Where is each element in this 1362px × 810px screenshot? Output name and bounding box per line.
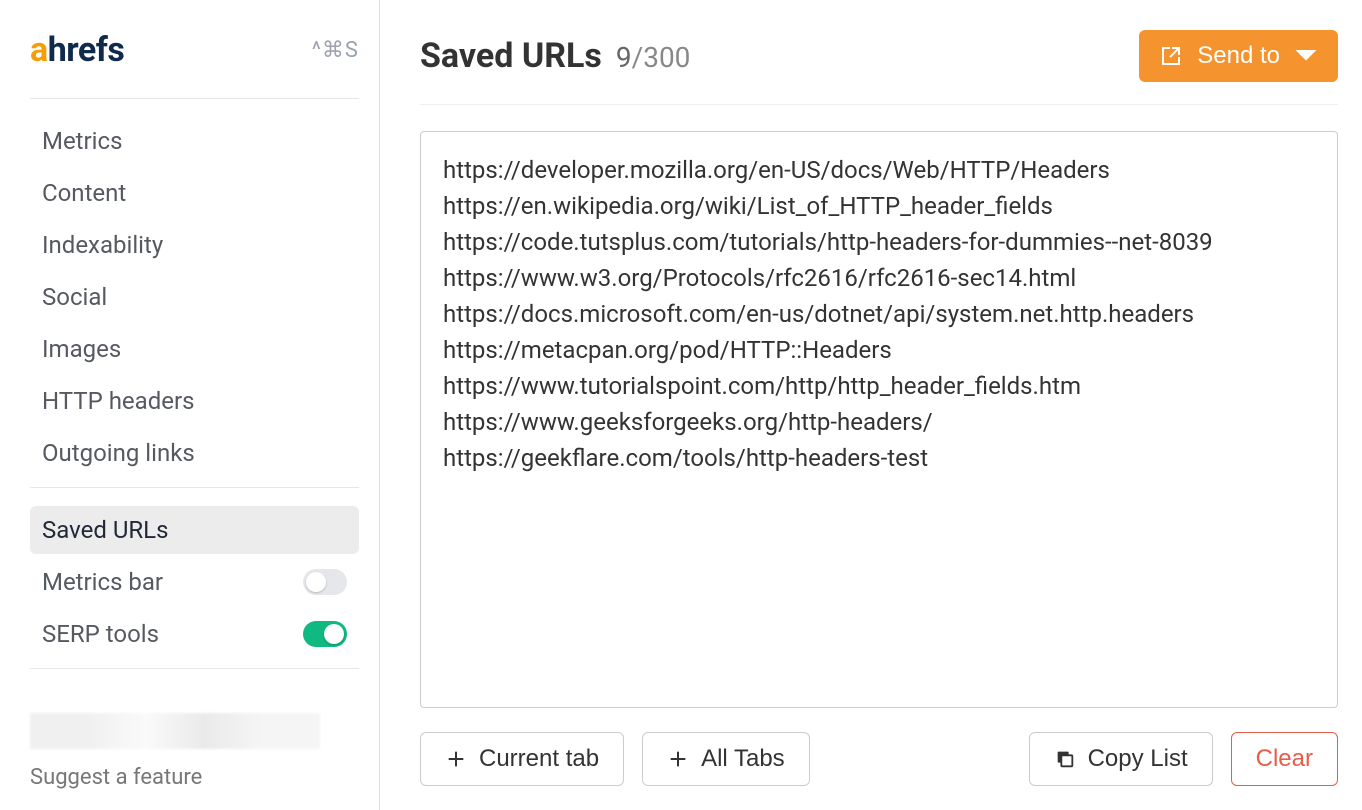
nav-label: Social (42, 283, 107, 311)
brand-logo: ahrefs (30, 30, 124, 70)
nav-item-saved-urls[interactable]: Saved URLs (30, 506, 359, 554)
count-sep: / (632, 41, 644, 74)
sidebar-footer: Suggest a feature (30, 713, 359, 790)
toggle-knob (306, 572, 326, 592)
urls-textarea[interactable] (420, 131, 1338, 708)
nav-item-metrics-bar[interactable]: Metrics bar (30, 558, 359, 606)
logo-letter-a: a (30, 30, 48, 70)
nav-label: Saved URLs (42, 516, 168, 544)
button-label: Copy List (1088, 745, 1188, 773)
divider (30, 668, 359, 669)
count-current: 9 (616, 41, 632, 74)
chevron-down-icon (1294, 44, 1318, 68)
button-row: Current tab All Tabs Copy List Clear (420, 732, 1338, 786)
nav-item-serp-tools[interactable]: SERP tools (30, 610, 359, 658)
divider (30, 487, 359, 488)
nav-label: SERP tools (42, 620, 159, 648)
send-to-button[interactable]: Send to (1139, 30, 1338, 82)
header-row: Saved URLs 9/300 Send to (420, 30, 1338, 105)
all-tabs-button[interactable]: All Tabs (642, 732, 810, 786)
nav-item-metrics[interactable]: Metrics (30, 117, 359, 165)
plus-icon (445, 748, 467, 770)
nav-item-indexability[interactable]: Indexability (30, 221, 359, 269)
sidebar: ahrefs ^⌘S Metrics Content Indexability … (0, 0, 380, 810)
toggle-serp-tools[interactable] (303, 621, 347, 647)
count-total: 300 (643, 41, 690, 74)
main-panel: Saved URLs 9/300 Send to Current tab All… (380, 0, 1362, 810)
current-tab-button[interactable]: Current tab (420, 732, 624, 786)
toggle-knob (324, 624, 344, 644)
button-label: Current tab (479, 745, 599, 773)
logo-rest: hrefs (48, 30, 125, 70)
clear-button[interactable]: Clear (1231, 732, 1338, 786)
logo-row: ahrefs ^⌘S (30, 30, 359, 70)
nav-item-social[interactable]: Social (30, 273, 359, 321)
divider (30, 98, 359, 99)
nav-label: Content (42, 179, 126, 207)
shortcut-hint: ^⌘S (312, 38, 359, 63)
url-count: 9/300 (616, 41, 691, 74)
export-icon (1159, 44, 1183, 68)
redacted-area (30, 713, 320, 749)
plus-icon (667, 748, 689, 770)
toggle-metrics-bar[interactable] (303, 569, 347, 595)
button-label: All Tabs (701, 745, 785, 773)
title-wrap: Saved URLs 9/300 (420, 36, 690, 76)
button-label: Clear (1256, 745, 1313, 773)
nav-label: Images (42, 335, 121, 363)
nav-item-outgoing-links[interactable]: Outgoing links (30, 429, 359, 477)
nav-label: Metrics (42, 127, 122, 155)
copy-icon (1054, 748, 1076, 770)
send-to-label: Send to (1197, 42, 1280, 70)
nav-item-http-headers[interactable]: HTTP headers (30, 377, 359, 425)
page-title: Saved URLs (420, 36, 602, 76)
nav-label: Indexability (42, 231, 163, 259)
nav-label: Metrics bar (42, 568, 163, 596)
nav-item-content[interactable]: Content (30, 169, 359, 217)
nav-label: Outgoing links (42, 439, 195, 467)
suggest-feature-link[interactable]: Suggest a feature (30, 765, 359, 790)
nav-secondary: Saved URLs Metrics bar SERP tools (30, 506, 359, 658)
spacer (828, 732, 1011, 786)
nav-item-images[interactable]: Images (30, 325, 359, 373)
copy-list-button[interactable]: Copy List (1029, 732, 1213, 786)
nav-primary: Metrics Content Indexability Social Imag… (30, 117, 359, 477)
nav-label: HTTP headers (42, 387, 194, 415)
